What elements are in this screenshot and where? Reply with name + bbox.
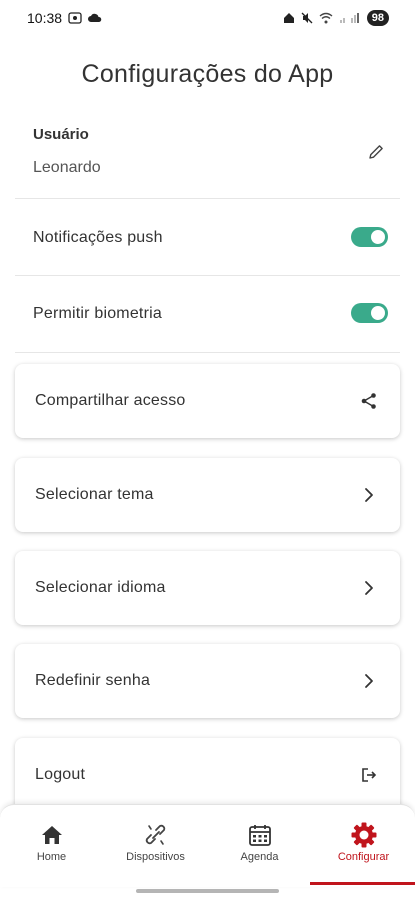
- cloud-icon: [88, 13, 102, 23]
- home-icon: [38, 821, 66, 849]
- nav-label-configure: Configurar: [337, 851, 390, 863]
- battery-indicator: 98: [366, 10, 389, 26]
- pencil-icon: [369, 145, 383, 159]
- nav-item-home[interactable]: Home: [0, 805, 103, 885]
- nav-item-configure[interactable]: Configurar: [312, 805, 415, 885]
- nav-label-devices: Dispositivos: [126, 851, 185, 863]
- divider: [15, 198, 400, 199]
- home-status-icon: [283, 12, 295, 24]
- home-indicator[interactable]: [136, 889, 279, 893]
- signal-icon: [339, 12, 361, 24]
- biometry-switch[interactable]: [351, 303, 388, 323]
- share-icon: [358, 390, 380, 412]
- logout-card[interactable]: Logout: [15, 738, 400, 812]
- push-notifications-label: Notificações push: [33, 229, 163, 246]
- share-access-label: Compartilhar acesso: [35, 392, 186, 409]
- reset-password-label: Redefinir senha: [35, 672, 151, 689]
- link-off-icon: [142, 821, 170, 849]
- chevron-right-icon: [358, 670, 380, 692]
- select-language-label: Selecionar idioma: [35, 579, 166, 596]
- status-time: 10:38: [27, 10, 63, 26]
- push-notifications-switch[interactable]: [351, 227, 388, 247]
- divider: [15, 352, 400, 353]
- status-bar: 10:38 98: [0, 0, 415, 36]
- divider: [15, 275, 400, 276]
- screenshot-icon: [68, 12, 82, 24]
- share-access-card[interactable]: Compartilhar acesso: [15, 364, 400, 438]
- chevron-right-icon: [358, 577, 380, 599]
- active-tab-indicator: [310, 882, 415, 885]
- gear-icon: [350, 821, 378, 849]
- chevron-right-icon: [358, 484, 380, 506]
- select-language-card[interactable]: Selecionar idioma: [15, 551, 400, 625]
- nav-label-home: Home: [36, 851, 67, 863]
- nav-item-agenda[interactable]: Agenda: [208, 805, 311, 885]
- select-theme-card[interactable]: Selecionar tema: [15, 458, 400, 532]
- user-label: Usuário: [33, 126, 89, 143]
- user-section: Usuário Leonardo: [33, 126, 388, 186]
- nav-label-agenda: Agenda: [240, 851, 279, 863]
- calendar-icon: [246, 821, 274, 849]
- page-title: Configurações do App: [81, 60, 334, 88]
- mute-icon: [301, 12, 313, 24]
- logout-icon: [358, 764, 380, 786]
- reset-password-card[interactable]: Redefinir senha: [15, 644, 400, 718]
- bottom-navigation: Home Dispositivos Agenda Configurar: [0, 804, 415, 887]
- wifi-icon: [319, 12, 333, 24]
- nav-item-devices[interactable]: Dispositivos: [104, 805, 207, 885]
- edit-user-button[interactable]: [364, 140, 388, 164]
- toggle-row-push: Notificações push: [33, 219, 388, 259]
- user-name: Leonardo: [33, 159, 101, 176]
- toggle-row-biometry: Permitir biometria: [33, 295, 388, 335]
- select-theme-label: Selecionar tema: [35, 486, 154, 503]
- logout-label: Logout: [35, 766, 86, 783]
- biometry-label: Permitir biometria: [33, 305, 162, 322]
